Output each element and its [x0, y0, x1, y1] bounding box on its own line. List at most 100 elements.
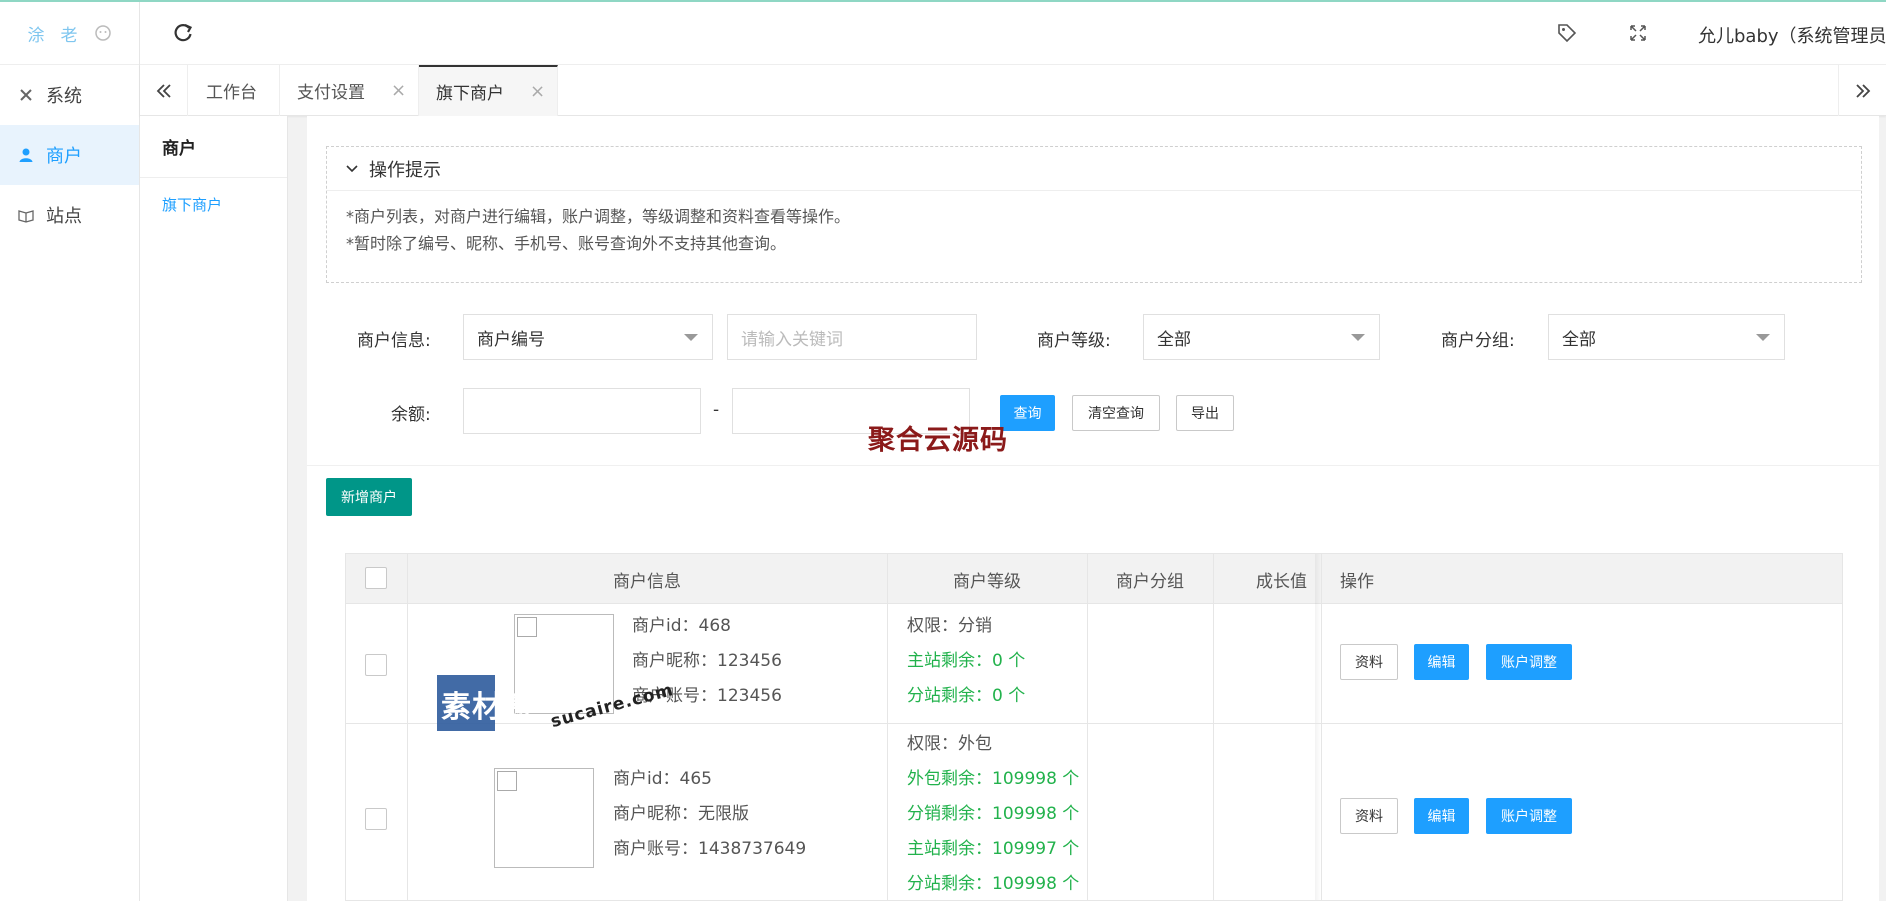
image-placeholder-icon: [517, 617, 537, 637]
merchant-level-label: 商户等级:: [1037, 331, 1111, 351]
column-header: 商户等级: [953, 571, 1021, 592]
tip-line: *暂时除了编号、昵称、手机号、账号查询外不支持其他查询。: [346, 234, 787, 253]
top-header: 允儿baby（系统管理员): [140, 2, 1886, 65]
merchant-nickname: 商户昵称：无限版: [613, 804, 749, 824]
tabs-bar: 工作台 支付设置 × 旗下商户 ×: [140, 65, 1886, 116]
watermark-text: 素材熟: [441, 690, 534, 725]
tabs-scroll-right-button[interactable]: [1838, 65, 1886, 116]
book-icon: [18, 210, 34, 223]
merchant-level-select[interactable]: 全部: [1143, 314, 1380, 360]
tools-icon: [20, 89, 32, 101]
column-header: 商户分组: [1116, 571, 1184, 592]
column-header: 商户信息: [613, 571, 681, 592]
merchant-id: 商户id：465: [613, 769, 712, 789]
merchant-info-label: 商户信息:: [357, 331, 431, 351]
level-permission: 权限：分销: [907, 616, 992, 636]
merchant-group-label: 商户分组:: [1441, 331, 1515, 351]
column-header: 操作: [1340, 571, 1374, 592]
level-quota: 分站剩余：0 个: [907, 686, 1026, 706]
edit-button[interactable]: 编辑: [1414, 644, 1469, 680]
tab-merchants[interactable]: 旗下商户 ×: [419, 65, 558, 116]
tabs-scroll-left-button[interactable]: [140, 65, 188, 116]
close-icon[interactable]: ×: [530, 81, 545, 102]
edit-button[interactable]: 编辑: [1414, 798, 1469, 834]
select-value: 全部: [1562, 329, 1596, 350]
sidebar-item-merchant[interactable]: 商户: [0, 125, 139, 185]
fixed-column-shadow: [1315, 554, 1321, 900]
row-checkbox[interactable]: [365, 654, 387, 676]
tab-label: 支付设置: [297, 83, 365, 103]
level-quota: 分销剩余：109998 个: [907, 804, 1080, 824]
tab-workbench[interactable]: 工作台: [188, 65, 280, 116]
caret-down-icon: [684, 334, 698, 341]
export-button[interactable]: 导出: [1176, 395, 1234, 431]
account-adjust-button[interactable]: 账户调整: [1486, 644, 1572, 680]
sidebar-item-label: 商户: [46, 146, 82, 167]
row-checkbox[interactable]: [365, 808, 387, 830]
merchant-account: 商户账号：1438737649: [613, 839, 807, 859]
tab-label: 工作台: [206, 83, 257, 103]
select-value: 商户编号: [477, 329, 545, 350]
column-divider: [1087, 554, 1088, 900]
column-divider: [1213, 554, 1214, 900]
table-header: 商户信息 商户等级 商户分组 成长值 操作: [346, 554, 1842, 604]
logo-icon: [94, 25, 111, 41]
caret-down-icon: [1351, 334, 1365, 341]
level-permission: 权限：外包: [907, 734, 992, 754]
merchant-nickname: 商户昵称：123456: [632, 651, 782, 671]
merchant-group-select[interactable]: 全部: [1548, 314, 1785, 360]
column-divider: [407, 554, 408, 900]
user-menu[interactable]: 允儿baby（系统管理员): [1698, 22, 1886, 48]
range-separator: -: [713, 400, 720, 420]
fullscreen-icon[interactable]: [1627, 22, 1649, 44]
double-chevron-left-icon: [156, 83, 171, 98]
select-all-checkbox[interactable]: [365, 567, 387, 589]
image-placeholder-icon: [497, 771, 517, 791]
subnav-item-merchants[interactable]: 旗下商户: [140, 178, 287, 215]
column-divider: [1321, 554, 1322, 900]
balance-label: 余额:: [391, 405, 431, 425]
refresh-icon[interactable]: [172, 22, 194, 44]
main-panel: 操作提示 *商户列表，对商户进行编辑，账户调整，等级调整和资料查看等操作。 *暂…: [307, 116, 1879, 901]
level-quota: 分站剩余：109998 个: [907, 874, 1080, 894]
logo-char: 涂: [27, 25, 47, 46]
column-divider: [887, 554, 888, 900]
tips-panel: 操作提示 *商户列表，对商户进行编辑，账户调整，等级调整和资料查看等操作。 *暂…: [326, 146, 1862, 283]
sidebar-item-label: 系统: [46, 86, 82, 107]
info-button[interactable]: 资料: [1340, 798, 1398, 834]
merchant-id: 商户id：468: [632, 616, 731, 636]
subnav-title: 商户: [140, 116, 287, 178]
column-header: 成长值: [1256, 571, 1307, 592]
chevron-down-icon: [346, 164, 358, 172]
tips-header[interactable]: 操作提示: [327, 147, 1861, 191]
tag-icon[interactable]: [1556, 22, 1578, 44]
merchant-info-select[interactable]: 商户编号: [463, 314, 713, 360]
input-placeholder: 请输入关键词: [741, 329, 843, 350]
clear-query-button[interactable]: 清空查询: [1072, 395, 1160, 431]
tab-payment-settings[interactable]: 支付设置 ×: [280, 65, 419, 116]
balance-min-input[interactable]: [463, 388, 701, 434]
user-icon: [19, 148, 33, 162]
level-quota: 主站剩余：109997 个: [907, 839, 1080, 859]
sub-navigation: 商户 旗下商户: [140, 116, 288, 901]
tips-title: 操作提示: [369, 159, 441, 181]
sidebar-item-label: 站点: [46, 206, 82, 227]
query-button[interactable]: 查询: [1000, 395, 1055, 431]
logo: 涂 老: [0, 2, 139, 65]
add-merchant-button[interactable]: 新增商户: [326, 478, 412, 516]
info-button[interactable]: 资料: [1340, 644, 1398, 680]
account-adjust-button[interactable]: 账户调整: [1486, 798, 1572, 834]
merchant-avatar: [494, 768, 594, 868]
tab-label: 旗下商户: [436, 84, 504, 104]
double-chevron-right-icon: [1855, 83, 1870, 98]
sidebar-item-system[interactable]: 系统: [0, 65, 139, 125]
keyword-input[interactable]: 请输入关键词: [727, 314, 977, 360]
tip-line: *商户列表，对商户进行编辑，账户调整，等级调整和资料查看等操作。: [346, 207, 851, 226]
close-icon[interactable]: ×: [391, 80, 406, 101]
watermark-text: 聚合云源码: [868, 425, 1008, 456]
level-quota: 主站剩余：0 个: [907, 651, 1026, 671]
tips-body: *商户列表，对商户进行编辑，账户调整，等级调整和资料查看等操作。 *暂时除了编号…: [327, 191, 1861, 257]
logo-char: 老: [60, 25, 80, 46]
sidebar-item-site[interactable]: 站点: [0, 185, 139, 245]
caret-down-icon: [1756, 334, 1770, 341]
